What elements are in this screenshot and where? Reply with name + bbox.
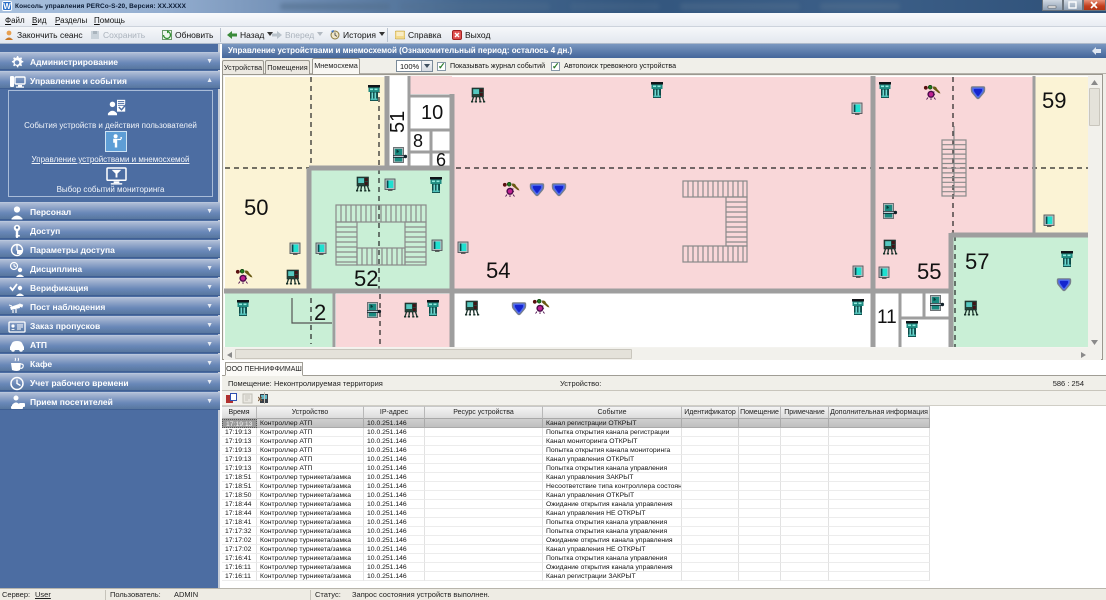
svg-text:2: 2 bbox=[314, 300, 326, 325]
svg-text:51: 51 bbox=[387, 111, 409, 133]
svg-text:10: 10 bbox=[421, 102, 443, 124]
svg-text:11: 11 bbox=[877, 307, 897, 328]
svg-text:57: 57 bbox=[965, 249, 989, 274]
svg-text:6: 6 bbox=[436, 150, 446, 170]
svg-text:8: 8 bbox=[413, 131, 423, 151]
svg-text:55: 55 bbox=[917, 259, 941, 284]
svg-text:52: 52 bbox=[354, 266, 378, 291]
svg-text:59: 59 bbox=[1042, 88, 1066, 113]
svg-text:50: 50 bbox=[244, 195, 268, 220]
svg-text:54: 54 bbox=[486, 258, 510, 283]
